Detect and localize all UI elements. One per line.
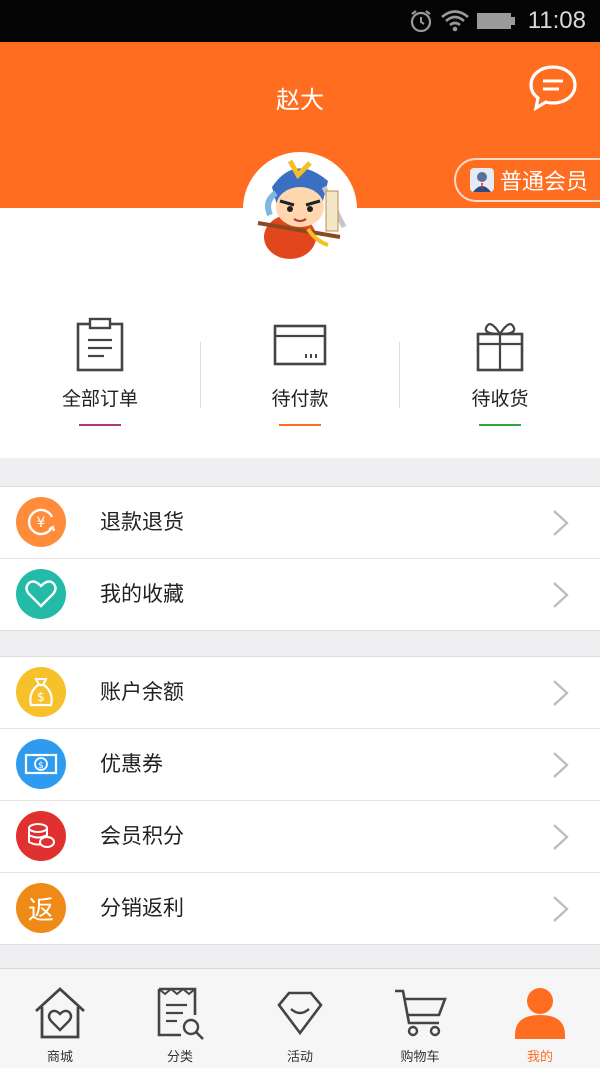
- member-level-label: 普通会员: [500, 170, 589, 195]
- menu-item-balance[interactable]: $ 账户余额: [0, 657, 600, 729]
- heart-icon: [16, 569, 66, 619]
- svg-text:$: $: [38, 761, 44, 771]
- money-bag-icon: $: [16, 667, 66, 717]
- order-divider: [399, 342, 400, 408]
- chevron-right-icon: [553, 680, 569, 706]
- clipboard-icon: [76, 317, 124, 372]
- avatar-character-image: [257, 159, 347, 259]
- menu-item-points[interactable]: 会员积分: [0, 801, 600, 873]
- tab-activity[interactable]: 活动: [240, 969, 360, 1068]
- tab-mine[interactable]: 我的: [480, 969, 600, 1068]
- refund-icon: ¥: [16, 497, 66, 547]
- tab-mall[interactable]: 商城: [0, 969, 120, 1068]
- chevron-right-icon: [553, 752, 569, 778]
- menu-item-refund[interactable]: ¥ 退款退货: [0, 487, 600, 559]
- bottom-tab-bar: 商城 分类 活动 购物车 我的: [0, 968, 600, 1068]
- menu-item-label: 我的收藏: [100, 582, 184, 606]
- chevron-right-icon: [553, 896, 569, 922]
- tab-label: 商城: [46, 1050, 73, 1065]
- menu-item-coupons[interactable]: $ 优惠券: [0, 729, 600, 801]
- order-pending-receipt[interactable]: 待收货: [400, 300, 600, 440]
- diamond-icon: [277, 991, 323, 1036]
- alarm-icon: [408, 0, 434, 42]
- receipt-search-icon: [157, 987, 204, 1040]
- menu-group-account: $ 账户余额 $ 优惠券 会员积分 返 分销返利: [0, 656, 600, 945]
- order-all-label: 全部订单: [61, 388, 138, 410]
- menu-item-label: 会员积分: [100, 824, 184, 848]
- menu-item-label: 退款退货: [100, 510, 184, 534]
- menu-item-label: 账户余额: [100, 680, 184, 704]
- svg-text:¥: ¥: [37, 515, 46, 531]
- svg-text:$: $: [37, 690, 45, 704]
- battery-icon: [476, 0, 516, 42]
- rebate-icon: 返: [16, 883, 66, 933]
- chevron-right-icon: [553, 582, 569, 608]
- order-pending-payment-label: 待付款: [271, 388, 329, 410]
- member-avatar-icon: [470, 168, 494, 192]
- chevron-right-icon: [553, 510, 569, 536]
- tab-label: 活动: [286, 1050, 313, 1065]
- order-divider: [200, 342, 201, 408]
- tab-cart[interactable]: 购物车: [360, 969, 480, 1068]
- order-pending-receipt-underline: [479, 424, 521, 426]
- page-title: 赵大: [276, 86, 324, 114]
- order-pending-payment-underline: [279, 424, 321, 426]
- rebate-glyph: 返: [27, 895, 54, 926]
- chevron-right-icon: [553, 824, 569, 850]
- coupon-icon: $: [16, 739, 66, 789]
- order-pending-payment[interactable]: 待付款: [200, 300, 400, 440]
- wifi-icon: [440, 0, 470, 42]
- card-icon: [273, 324, 327, 366]
- tab-label: 购物车: [400, 1050, 440, 1065]
- tab-category[interactable]: 分类: [120, 969, 240, 1068]
- cart-icon: [395, 989, 447, 1037]
- status-time: 11:08: [527, 7, 586, 34]
- order-all[interactable]: 全部订单: [0, 300, 200, 440]
- message-icon[interactable]: [528, 64, 578, 112]
- order-pending-receipt-label: 待收货: [471, 388, 529, 410]
- member-level-badge[interactable]: 普通会员: [454, 158, 600, 202]
- gift-icon: [476, 323, 524, 372]
- tab-label: 我的: [526, 1050, 553, 1065]
- tab-label: 分类: [166, 1050, 193, 1065]
- order-all-underline: [79, 424, 121, 426]
- coins-icon: [16, 811, 66, 861]
- status-bar: 11:08: [0, 0, 600, 42]
- user-avatar[interactable]: [243, 152, 357, 266]
- menu-item-rebate[interactable]: 返 分销返利: [0, 873, 600, 944]
- menu-item-label: 优惠券: [100, 752, 163, 776]
- menu-item-label: 分销返利: [100, 896, 184, 920]
- user-icon: [515, 988, 565, 1039]
- home-heart-icon: [35, 987, 85, 1039]
- order-status-row: 全部订单 待付款 待收货: [0, 300, 600, 440]
- menu-item-favorites[interactable]: 我的收藏: [0, 559, 600, 630]
- menu-group-services: ¥ 退款退货 我的收藏: [0, 486, 600, 631]
